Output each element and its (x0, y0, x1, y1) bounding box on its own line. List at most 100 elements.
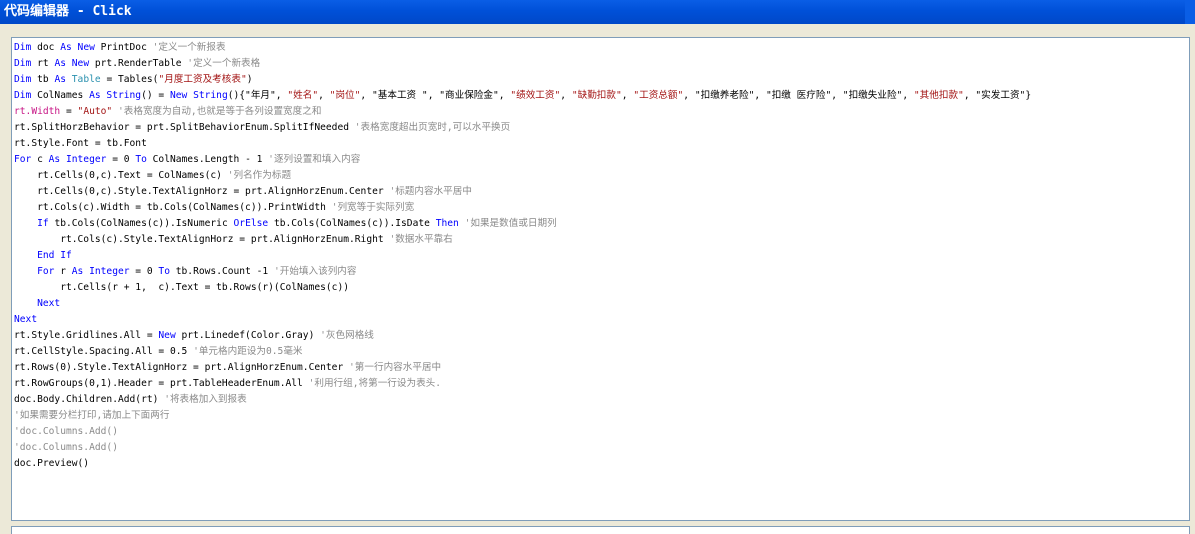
code-token: r (54, 266, 72, 277)
code-token: = (60, 106, 78, 117)
code-token: New String (169, 90, 228, 101)
code-token: "工资总额" (633, 90, 684, 101)
window-titlebar: 代码编辑器 - Click (0, 0, 1195, 24)
code-line[interactable]: doc.Preview() (14, 456, 1189, 472)
code-token: rt.Cols(c).Width = tb.Cols(ColNames(c)).… (14, 202, 332, 213)
code-line[interactable]: '如果需要分栏打印,请加上下面两行 (14, 408, 1189, 424)
code-token: = 0 (129, 266, 159, 277)
code-line[interactable]: rt.Cells(0,c).Text = ColNames(c) '列名作为标题 (14, 168, 1189, 184)
code-token: '定义一个新报表 (152, 42, 226, 53)
code-line[interactable]: 'doc.Columns.Add() (14, 440, 1189, 456)
code-editor[interactable]: Dim doc As New PrintDoc '定义一个新报表 Dim rt A… (11, 37, 1190, 521)
code-token: As New (54, 58, 90, 69)
code-token: ) (246, 74, 253, 85)
code-token: To (135, 154, 147, 165)
code-token: doc.Preview() (14, 458, 90, 469)
code-token: , (498, 90, 511, 101)
code-token: As (54, 74, 66, 85)
code-line[interactable]: Dim doc As New PrintDoc '定义一个新报表 (14, 40, 1189, 56)
code-token: "扣缴 医疗险" (765, 90, 832, 101)
bottom-panel (11, 526, 1190, 534)
code-text-area[interactable]: Dim doc As New PrintDoc '定义一个新报表 Dim rt A… (14, 40, 1189, 472)
code-token: Then (435, 218, 459, 229)
code-token: As String (89, 90, 142, 101)
code-token: rt.Cells(r + 1, c).Text = tb.Rows(r)(Col… (14, 282, 350, 293)
code-line[interactable]: rt.Style.Font = tb.Font (14, 136, 1189, 152)
code-token: tb.Cols(ColNames(c)).IsDate (268, 218, 436, 229)
code-token: "扣缴养老险" (694, 90, 755, 101)
code-token: = Tables( (100, 74, 159, 85)
code-token: ColNames.Length - 1 (146, 154, 269, 165)
code-token: "岗位" (329, 90, 361, 101)
code-token: doc (31, 42, 61, 53)
code-token: '表格宽度为自动,也就是等于各列设置宽度之和 (117, 106, 322, 117)
code-token: doc.Body.Children.Add(rt) (14, 394, 165, 405)
code-token: For (14, 154, 32, 165)
code-line[interactable]: End If (14, 248, 1189, 264)
code-token: PrintDoc (94, 42, 153, 53)
code-token: '表格宽度超出页宽时,可以水平换页 (354, 122, 511, 133)
code-token: , (754, 90, 766, 101)
code-line[interactable]: 'doc.Columns.Add() (14, 424, 1189, 440)
code-token: , (318, 90, 330, 101)
code-token: rt.Cells(0,c).Style.TextAlignHorz = prt.… (14, 186, 390, 197)
code-line[interactable]: Next (14, 296, 1189, 312)
code-token: New (158, 330, 176, 341)
code-token: "基本工资 " (371, 90, 428, 101)
code-token: tb (31, 74, 55, 85)
code-line[interactable]: rt.Width = "Auto" '表格宽度为自动,也就是等于各列设置宽度之和 (14, 104, 1189, 120)
code-line[interactable]: rt.Cells(0,c).Style.TextAlignHorz = prt.… (14, 184, 1189, 200)
code-line[interactable]: rt.Style.Gridlines.All = New prt.Linedef… (14, 328, 1189, 344)
code-token: '开始填入该列内容 (273, 266, 357, 277)
code-token: = 0 (106, 154, 136, 165)
code-line[interactable]: doc.Body.Children.Add(rt) '将表格加入到报表 (14, 392, 1189, 408)
code-line[interactable]: rt.Cells(r + 1, c).Text = tb.Rows(r)(Col… (14, 280, 1189, 296)
code-token: rt.RowGroups(0,1).Header = prt.TableHead… (14, 378, 309, 389)
code-line[interactable]: For r As Integer = 0 To tb.Rows.Count -1… (14, 264, 1189, 280)
code-token: () = (141, 90, 170, 101)
code-token: prt.RenderTable (89, 58, 188, 69)
code-token: , (902, 90, 914, 101)
code-line[interactable]: rt.CellStyle.Spacing.All = 0.5 '单元格内距设为0… (14, 344, 1189, 360)
code-line[interactable]: Next (14, 312, 1189, 328)
code-line[interactable]: If tb.Cols(ColNames(c)).IsNumeric OrElse… (14, 216, 1189, 232)
code-token: "实发工资"} (975, 90, 1032, 101)
code-token: rt.SplitHorzBehavior = prt.SplitBehavior… (14, 122, 355, 133)
window-title: 代码编辑器 - Click (4, 4, 132, 19)
code-token: OrElse (233, 218, 269, 229)
code-token: "月度工资及考核表" (158, 74, 247, 85)
code-token: Next (37, 298, 61, 309)
code-token: "其他扣款" (913, 90, 964, 101)
code-token: Dim (14, 42, 32, 53)
code-token: rt.Cols(c).Style.TextAlignHorz = prt.Ali… (14, 234, 390, 245)
code-token: , (360, 90, 372, 101)
code-line[interactable]: Dim rt As New prt.RenderTable '定义一个新表格 (14, 56, 1189, 72)
code-token: To (158, 266, 170, 277)
code-token: rt.Width (14, 106, 61, 117)
code-token: '标题内容水平居中 (389, 186, 472, 197)
code-token: '如果需要分栏打印,请加上下面两行 (14, 410, 170, 421)
code-token: rt.Rows(0).Style.TextAlignHorz = prt.Ali… (14, 362, 350, 373)
code-line[interactable]: Dim ColNames As String() = New String(){… (14, 88, 1189, 104)
code-line[interactable]: For c As Integer = 0 To ColNames.Length … (14, 152, 1189, 168)
code-token: For (37, 266, 55, 277)
code-line[interactable]: rt.Cols(c).Width = tb.Cols(ColNames(c)).… (14, 200, 1189, 216)
code-token: Dim (14, 90, 32, 101)
code-line[interactable]: rt.SplitHorzBehavior = prt.SplitBehavior… (14, 120, 1189, 136)
code-line[interactable]: rt.RowGroups(0,1).Header = prt.TableHead… (14, 376, 1189, 392)
code-token: '灰色网格线 (320, 330, 374, 341)
code-line[interactable]: rt.Rows(0).Style.TextAlignHorz = prt.Ali… (14, 360, 1189, 376)
code-line[interactable]: Dim tb As Table = Tables("月度工资及考核表") (14, 72, 1189, 88)
code-token: End If (37, 250, 72, 261)
code-line[interactable]: rt.Cols(c).Style.TextAlignHorz = prt.Ali… (14, 232, 1189, 248)
code-token: '利用行组,将第一行设为表头. (308, 378, 442, 389)
code-token: 'doc.Columns.Add() (14, 426, 118, 437)
code-token: As New (60, 42, 95, 53)
code-token: , (621, 90, 634, 101)
code-token: "Auto" (77, 106, 113, 117)
code-token: rt.Style.Gridlines.All = (14, 330, 159, 341)
window-right-edge (1191, 24, 1195, 534)
